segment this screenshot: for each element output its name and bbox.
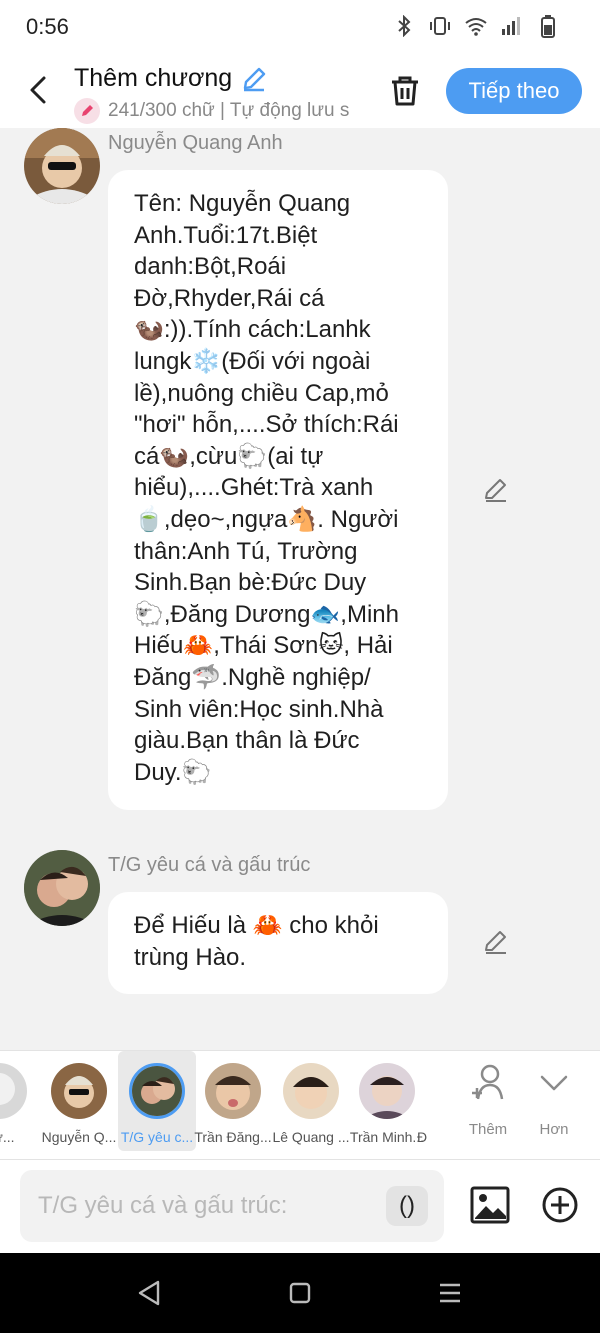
message-line: Sinh.Bạn bè:Đức Duy — [134, 569, 367, 597]
message-line: danh:Bột,Roái — [134, 253, 287, 281]
message-line: Đăng🦈.Nghề nghiệp/ — [134, 663, 371, 691]
character-name: Nguyễn Q... — [41, 1129, 117, 1145]
message-line: 🐑,Đăng Dương🐟,Minh — [134, 600, 399, 628]
signal-icon — [500, 14, 524, 38]
character-name: Lê Quang ... — [272, 1129, 350, 1145]
square-home-icon — [289, 1282, 311, 1304]
chevron-down-icon — [540, 1075, 568, 1091]
message-line: "hơi" hỗn,....Sở thích:Rái — [134, 411, 399, 439]
message-line: giàu.Bạn thân là Đức — [134, 727, 360, 755]
delete-button[interactable] — [388, 74, 422, 108]
message-sender: Nguyễn Quang Anh — [108, 132, 283, 154]
character-item[interactable]: Lê Quang ... — [272, 1051, 350, 1151]
message-line: Duy.🐑 — [134, 758, 212, 786]
message-input-placeholder: T/G yêu cá và gấu trúc: — [38, 1192, 288, 1219]
chat-area[interactable]: Nguyễn Quang Anh Tên: Nguyễn Quang Anh.T… — [0, 128, 600, 1050]
character-name: T/G yêu c... — [120, 1129, 194, 1145]
parenthesis-button[interactable]: () — [386, 1186, 428, 1226]
message-sender: T/G yêu cá và gấu trúc — [108, 854, 311, 876]
message-line: cá🦦,cừu🐑(ai tự — [134, 442, 324, 470]
add-character-label: Thêm — [468, 1121, 508, 1138]
system-nav-bar — [0, 1253, 600, 1333]
plus-circle-icon — [542, 1187, 578, 1223]
character-item-selected[interactable]: T/G yêu c... — [118, 1051, 196, 1151]
status-bar: 0:56 — [0, 0, 600, 56]
vibrate-icon — [428, 14, 452, 38]
avatar — [0, 1063, 27, 1119]
composer: T/G yêu cá và gấu trúc: () — [0, 1160, 600, 1253]
avatar[interactable] — [24, 128, 100, 204]
message-input[interactable]: T/G yêu cá và gấu trúc: () — [20, 1170, 444, 1242]
message-line: trùng Hào. — [134, 943, 247, 971]
edit-message-button[interactable] — [482, 476, 510, 504]
word-count-status: 241/300 chữ | Tự động lưu s — [74, 98, 364, 124]
message-line: Đờ,Rhyder,Rái cá — [134, 284, 325, 312]
edit-message-button[interactable] — [482, 928, 510, 956]
character-selector[interactable]: Đứ... Nguyễn Q... T/G yêu c... Trần Đăng… — [0, 1050, 600, 1160]
avatar — [51, 1063, 107, 1119]
character-name: Trần Đăng... — [194, 1129, 272, 1145]
more-button[interactable]: Hơn — [524, 1063, 584, 1138]
avatar — [283, 1063, 339, 1119]
message-line: lungk❄️(Đối với ngoài — [134, 347, 371, 375]
app-bar: Thêm chương 241/300 chữ | Tự động lưu s … — [0, 56, 600, 128]
battery-icon — [536, 14, 560, 38]
trash-icon — [392, 76, 418, 106]
message-line: lề),nuông chiều Cap,mỏ — [134, 379, 389, 407]
character-name: Đ — [416, 1129, 428, 1145]
avatar — [359, 1063, 415, 1119]
nav-home-button[interactable] — [284, 1277, 316, 1309]
add-button[interactable] — [540, 1185, 580, 1225]
wifi-icon — [464, 14, 488, 38]
message-line: Sinh viên:Học sinh.Nhà — [134, 695, 384, 723]
message-line: 🍵,dẹo~,ngựa🐴. Người — [134, 505, 399, 533]
nav-recents-button[interactable] — [434, 1277, 466, 1309]
avatar[interactable] — [24, 850, 100, 926]
character-item[interactable]: Trần Đăng... — [194, 1051, 272, 1151]
character-item[interactable]: Đ — [410, 1051, 434, 1151]
avatar — [205, 1063, 261, 1119]
image-icon — [470, 1186, 510, 1224]
insert-image-button[interactable] — [470, 1185, 510, 1225]
nav-back-button[interactable] — [134, 1277, 166, 1309]
add-person-icon — [472, 1064, 504, 1100]
bluetooth-icon — [392, 14, 416, 38]
character-name: Đứ... — [0, 1129, 15, 1145]
status-time: 0:56 — [26, 14, 69, 39]
message-bubble[interactable]: Tên: Nguyễn Quang Anh.Tuổi:17t.Biệt danh… — [108, 170, 448, 810]
pencil-badge-icon — [74, 98, 100, 124]
page-title-text: Thêm chương — [74, 64, 233, 92]
avatar — [129, 1063, 185, 1119]
message-line: 🦦:)).Tính cách:Lanhk — [134, 316, 371, 344]
edit-title-icon[interactable] — [240, 65, 268, 93]
menu-recents-icon — [440, 1283, 460, 1303]
character-item[interactable]: Đứ... — [0, 1051, 38, 1151]
more-label: Hơn — [539, 1121, 569, 1138]
triangle-back-icon — [138, 1280, 160, 1306]
word-count-text: 241/300 chữ | Tự động lưu s — [108, 100, 350, 121]
message-line: Tên: Nguyễn Quang — [134, 190, 351, 217]
message-line: Để Hiếu là 🦀 cho khỏi — [134, 912, 379, 939]
add-character-button[interactable]: Thêm — [458, 1063, 518, 1138]
pencil-icon — [485, 479, 506, 502]
chevron-left-icon — [30, 76, 46, 104]
message-line: thân:Anh Tú, Trường — [134, 537, 358, 565]
message-bubble[interactable]: Để Hiếu là 🦀 cho khỏi trùng Hào. — [108, 892, 448, 994]
character-item[interactable]: Nguyễn Q... — [40, 1051, 118, 1151]
next-button[interactable]: Tiếp theo — [446, 68, 582, 114]
page-title[interactable]: Thêm chương — [74, 64, 268, 93]
message-line: Anh.Tuổi:17t.Biệt — [134, 221, 318, 249]
pencil-icon — [485, 931, 506, 954]
message-line: hiểu),....Ghét:Trà xanh — [134, 474, 374, 502]
back-button[interactable] — [24, 72, 52, 108]
message-line: Hiếu🦀,Thái Sơn🐱, Hải — [134, 632, 393, 660]
